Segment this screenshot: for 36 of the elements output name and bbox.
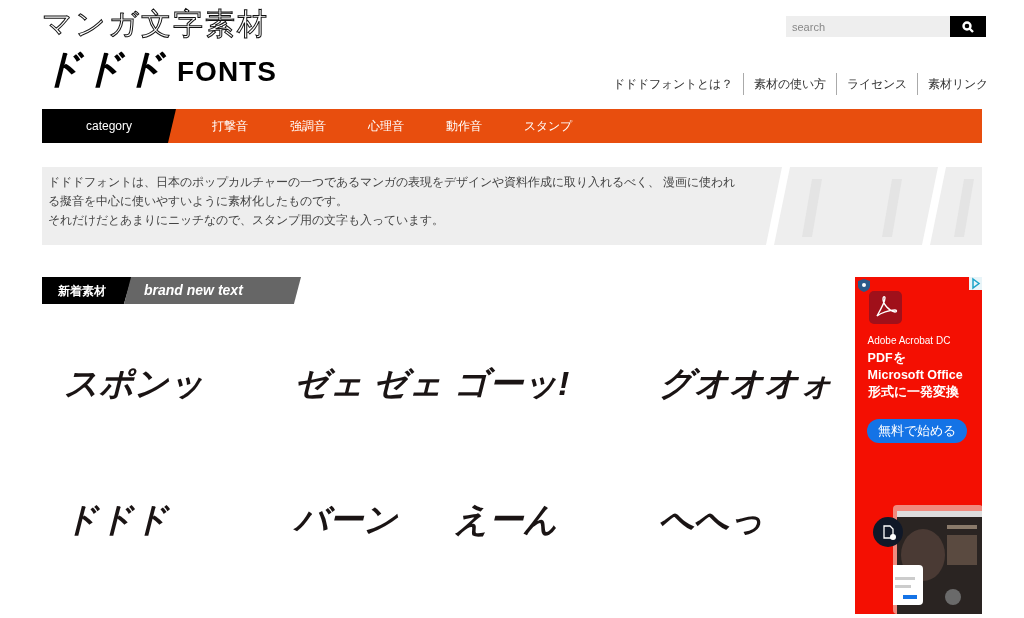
material-thumbnail[interactable]: ゴーッ!	[454, 363, 570, 403]
category-link[interactable]: 動作音	[446, 117, 482, 135]
category-label: category	[42, 109, 176, 143]
category-link[interactable]: 強調音	[290, 117, 326, 135]
play-icon	[969, 277, 982, 290]
acrobat-logo-icon	[868, 291, 902, 324]
logo-kana: ドドド	[42, 46, 165, 90]
shield-icon	[857, 279, 870, 292]
material-thumbnail[interactable]: スポンッ	[64, 363, 204, 403]
category-link[interactable]: 打撃音	[212, 117, 248, 135]
logo-title: マンガ文字素材	[42, 6, 270, 42]
logo-wordmark: FONTS	[177, 55, 277, 89]
intro-text: それだけだとあまりにニッチなので、スタンプ用の文字も入っています。	[48, 213, 445, 229]
section-title: 新着素材	[42, 277, 132, 304]
nav-link[interactable]: ドドドフォントとは？	[613, 75, 733, 93]
search-icon	[962, 20, 974, 33]
material-thumbnail[interactable]: ゼェ ゼェ	[294, 363, 444, 403]
category-link[interactable]: スタンプ	[524, 117, 572, 135]
advertisement[interactable]: Adobe Acrobat DC PDFを Microsoft Office 形式に一発変換 無料で始める	[854, 277, 982, 614]
search-button[interactable]	[950, 16, 986, 37]
ad-button[interactable]: 無料で始める	[866, 419, 967, 443]
material-thumbnail[interactable]: バーン	[294, 499, 398, 539]
nav-link[interactable]: ライセンス	[847, 75, 907, 93]
material-thumbnail[interactable]: ドドド	[64, 499, 169, 539]
file-icon	[872, 517, 903, 547]
material-thumbnail[interactable]: へへっ	[659, 499, 764, 539]
section-subtitle: brand new text	[124, 277, 301, 304]
nav-link[interactable]: 素材の使い方	[754, 75, 826, 93]
material-thumbnail[interactable]: グオオオォ	[659, 363, 834, 403]
intro-text: ドドドフォントは、日本のポップカルチャーの一つであるマンガの表現をデザインや資料作成に取り入れるべく、 漫画に使われる擬音を中心に使いやすいように素材化したものです。	[48, 175, 736, 209]
search-field[interactable]: search	[786, 16, 950, 37]
ad-headline: PDFを Microsoft Office 形式に一発変換	[867, 350, 963, 401]
ad-product-name: Adobe Acrobat DC	[867, 334, 951, 348]
category-link[interactable]: 心理音	[368, 117, 404, 135]
nav-link[interactable]: 素材リンク	[928, 75, 988, 93]
material-thumbnail[interactable]: えーん	[454, 499, 558, 539]
